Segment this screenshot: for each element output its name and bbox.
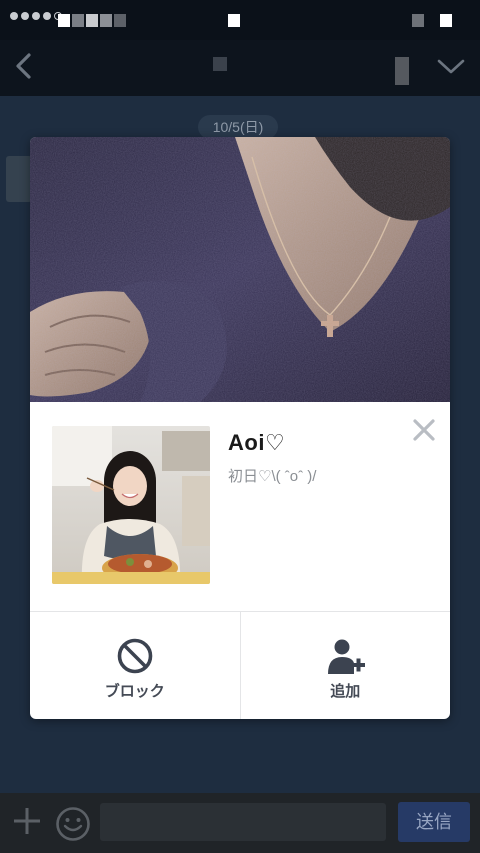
call-icon[interactable] [395, 57, 409, 85]
block-icon [117, 638, 153, 674]
battery-icon [440, 14, 452, 27]
profile-popup: Aoi♡ 初日♡\( ˆoˆ )/ ブロック 追加 [30, 137, 450, 719]
carrier-label-blur [100, 14, 112, 27]
carrier-label-blur [114, 14, 126, 27]
send-button[interactable]: 送信 [398, 802, 470, 842]
add-friend-label: 追加 [330, 683, 361, 700]
profile-avatar[interactable] [52, 426, 210, 584]
add-friend-icon [328, 639, 366, 674]
close-icon[interactable] [410, 416, 438, 444]
chevron-down-icon[interactable] [437, 58, 465, 76]
signal-strength-icon [10, 12, 62, 20]
chat-title-blur [213, 57, 227, 71]
carrier-label-blur [72, 14, 84, 27]
block-button[interactable]: ブロック [30, 612, 240, 719]
add-friend-button[interactable]: 追加 [239, 612, 451, 719]
sender-avatar[interactable] [6, 156, 32, 202]
chat-header [0, 40, 480, 96]
message-input[interactable] [100, 803, 386, 841]
carrier-label-blur [58, 14, 70, 27]
profile-status-message: 初日♡\( ˆoˆ )/ [228, 468, 317, 485]
smile-icon[interactable] [55, 806, 91, 842]
plus-icon[interactable] [12, 806, 42, 836]
block-label: ブロック [104, 683, 165, 700]
date-separator: 10/5(日) [198, 115, 278, 139]
carrier-label-blur [86, 14, 98, 27]
battery-blur [412, 14, 424, 27]
status-bar [0, 0, 480, 40]
profile-name: Aoi♡ [228, 430, 286, 455]
cover-photo [30, 137, 450, 402]
profile-action-row: ブロック 追加 [30, 611, 450, 719]
message-input-bar: 送信 [0, 793, 480, 853]
clock-blur [228, 14, 240, 27]
chevron-left-icon[interactable] [14, 52, 32, 80]
profile-info: Aoi♡ 初日♡\( ˆoˆ )/ [30, 402, 450, 612]
